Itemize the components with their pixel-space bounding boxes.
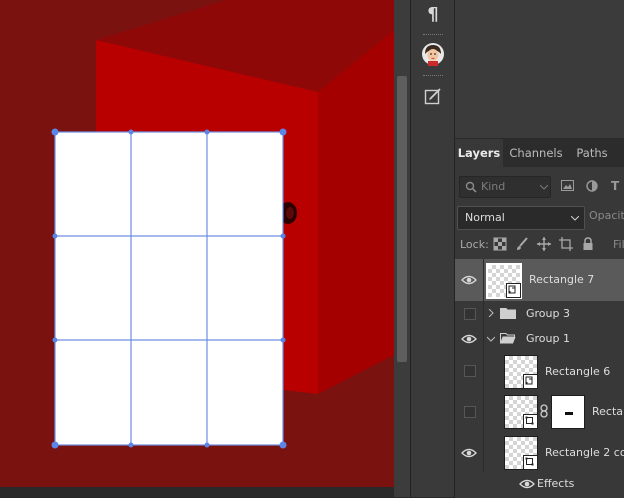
smart-object-icon <box>506 283 521 298</box>
white-rectangle-layer[interactable] <box>54 131 284 446</box>
box-hole-inner <box>286 207 294 219</box>
search-icon <box>465 181 477 193</box>
panel-icon-strip: ¶ <box>410 0 455 497</box>
layer-row-rectangle-masked[interactable]: Rectan <box>455 391 624 433</box>
red-box-side <box>318 30 394 394</box>
paragraph-panel-button[interactable]: ¶ <box>419 0 447 28</box>
folder-open-icon <box>500 333 516 344</box>
lock-artboard-icon[interactable] <box>559 237 573 251</box>
tab-layers[interactable]: Layers <box>455 139 503 168</box>
eye-icon[interactable] <box>461 274 477 286</box>
layer-row-group-1[interactable]: Group 1 <box>455 326 624 352</box>
lock-row: Lock: Fill <box>455 235 624 255</box>
eye-icon[interactable] <box>519 478 535 490</box>
lock-position-move-icon[interactable] <box>537 237 551 251</box>
layer-row-group-3[interactable]: Group 3 <box>455 301 624 327</box>
layer-thumbnail <box>486 263 522 299</box>
document-canvas[interactable] <box>0 0 394 487</box>
layer-name: Rectan <box>592 405 624 418</box>
shape-icon <box>523 414 538 429</box>
layer-thumbnail <box>504 395 538 429</box>
layer-mask-thumbnail[interactable] <box>551 395 585 429</box>
chevron-down-icon[interactable] <box>487 335 495 343</box>
layer-row-rectangle-7[interactable]: Rectangle 7 <box>455 259 624 302</box>
scroll-thumb[interactable] <box>397 76 407 362</box>
chevron-down-icon <box>540 185 548 190</box>
eye-icon[interactable] <box>461 333 477 345</box>
visibility-toggle-off[interactable] <box>464 365 476 377</box>
avatar-icon <box>422 43 444 66</box>
opacity-label: Opacity <box>589 209 624 222</box>
layer-row-effects[interactable]: Effects <box>455 472 624 498</box>
lock-transparent-icon[interactable] <box>493 237 507 251</box>
empty-panel-area <box>454 0 624 138</box>
paragraph-icon: ¶ <box>427 3 439 25</box>
lock-pixels-brush-icon[interactable] <box>515 237 529 251</box>
chevron-right-icon[interactable] <box>487 309 495 317</box>
effects-label: Effects <box>537 477 575 490</box>
eye-icon[interactable] <box>461 447 477 459</box>
tab-paths[interactable]: Paths <box>569 139 615 167</box>
panel-grip[interactable] <box>423 34 443 38</box>
character-avatar-button[interactable] <box>419 40 447 68</box>
filter-adjustment-icon[interactable] <box>586 180 598 192</box>
edit-note-button[interactable] <box>419 82 447 110</box>
visibility-toggle-off[interactable] <box>464 308 476 320</box>
layer-name: Rectangle 6 <box>545 365 611 378</box>
canvas-artwork <box>51 0 394 449</box>
link-chain-icon[interactable] <box>539 404 549 418</box>
filter-pixel-icon[interactable] <box>561 180 575 192</box>
panel-grip[interactable] <box>423 75 443 79</box>
mask-shape <box>565 412 573 415</box>
vertical-scrollbar[interactable] <box>394 0 410 497</box>
smart-object-icon <box>523 374 538 389</box>
layer-filter-select[interactable]: Kind <box>459 176 551 198</box>
lock-label: Lock: <box>460 238 489 251</box>
layer-row-rectangle-2-copy[interactable]: Rectangle 2 cop <box>455 432 624 472</box>
folder-icon <box>500 308 516 319</box>
layer-name: Rectangle 2 cop <box>545 446 624 459</box>
lock-all-icon[interactable] <box>581 237 595 251</box>
layer-row-rectangle-6[interactable]: Rectangle 6 <box>455 351 624 392</box>
edit-note-icon <box>424 88 441 105</box>
panel-tabs: Layers Channels Paths <box>455 139 624 168</box>
blend-mode-select[interactable]: Normal <box>457 206 585 230</box>
shape-icon <box>523 455 538 470</box>
blend-mode-value: Normal <box>465 211 505 224</box>
visibility-toggle-off[interactable] <box>464 406 476 418</box>
fill-label: Fill <box>613 238 624 251</box>
tab-channels[interactable]: Channels <box>505 139 567 167</box>
layers-panel: Layers Channels Paths Kind T Normal Opac… <box>454 138 624 498</box>
layer-name: Rectangle 7 <box>529 273 595 286</box>
filter-kind-label: Kind <box>481 180 506 193</box>
layer-thumbnail <box>504 436 538 470</box>
filter-type-icon[interactable]: T <box>611 179 619 193</box>
layer-name: Group 1 <box>526 332 570 345</box>
horizontal-scrollbar[interactable] <box>0 487 394 497</box>
layer-thumbnail <box>504 355 538 389</box>
chevron-down-icon <box>571 216 579 221</box>
layer-name: Group 3 <box>526 307 570 320</box>
